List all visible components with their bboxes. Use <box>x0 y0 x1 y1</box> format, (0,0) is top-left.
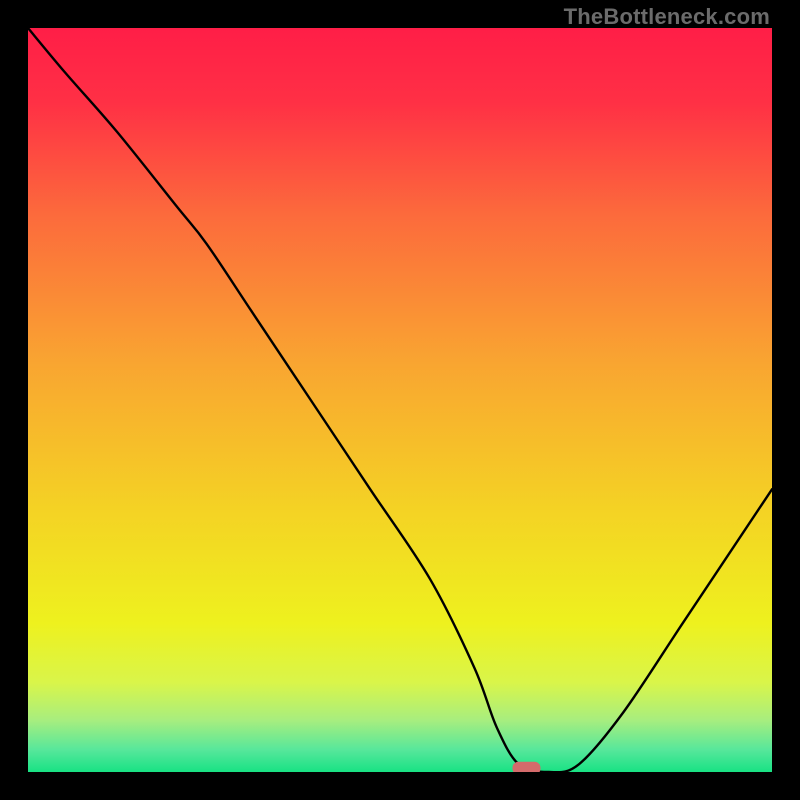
plot-area <box>28 28 772 772</box>
chart-svg <box>28 28 772 772</box>
gradient-background <box>28 28 772 772</box>
chart-frame: TheBottleneck.com <box>0 0 800 800</box>
watermark-text: TheBottleneck.com <box>564 4 770 30</box>
optimal-marker <box>512 762 540 772</box>
